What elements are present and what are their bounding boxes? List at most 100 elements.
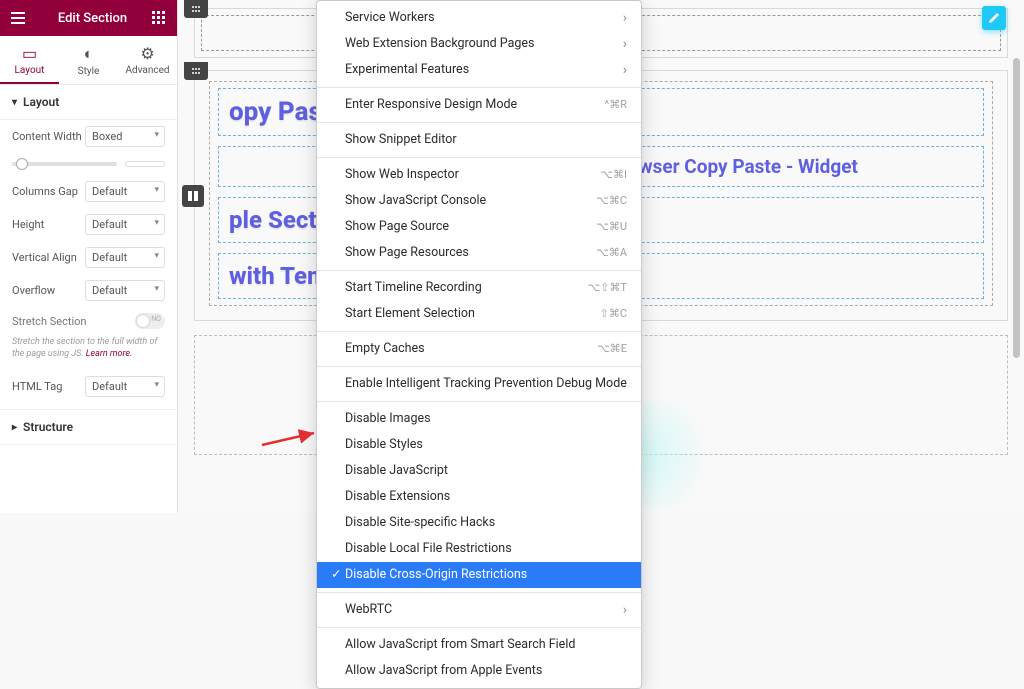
menu-separator xyxy=(317,122,641,123)
menu-item[interactable]: Allow JavaScript from Smart Search Field xyxy=(317,632,641,658)
slider-thumb[interactable] xyxy=(16,158,28,170)
tab-advanced[interactable]: ⚙ Advanced xyxy=(118,36,177,84)
section-handle-1[interactable] xyxy=(184,0,208,18)
menu-item-label: Disable Cross-Origin Restrictions xyxy=(345,567,527,582)
field-overflow: Overflow Default xyxy=(0,274,177,307)
chevron-right-icon: › xyxy=(623,35,627,53)
height-select[interactable]: Default xyxy=(85,214,165,235)
content-width-label: Content Width xyxy=(12,130,82,143)
content-width-select[interactable]: Boxed xyxy=(85,126,165,147)
stretch-toggle[interactable]: NO xyxy=(135,313,165,329)
layout-icon: ▭ xyxy=(0,44,59,63)
menu-item-label: Show Page Resources xyxy=(345,245,469,260)
caret-right-icon: ▸ xyxy=(12,422,17,433)
section-handle-2[interactable] xyxy=(184,62,208,80)
menu-item[interactable]: Start Element Selection ⇧⌘C xyxy=(317,301,641,327)
menu-item[interactable]: WebRTC› xyxy=(317,597,641,623)
menu-item-label: Show Page Source xyxy=(345,219,449,234)
menu-item[interactable]: Experimental Features › xyxy=(317,57,641,83)
menu-shortcut: ⌥⌘I xyxy=(600,166,627,184)
menu-item[interactable]: Allow JavaScript from Apple Events xyxy=(317,658,641,684)
section-heading-structure[interactable]: ▸ Structure xyxy=(0,409,177,445)
menu-shortcut: ⌥⌘C xyxy=(596,192,627,210)
column-handle-icon[interactable] xyxy=(182,185,204,207)
develop-context-menu[interactable]: Service Workers›Web Extension Background… xyxy=(316,0,642,689)
menu-item-label: Experimental Features xyxy=(345,62,469,77)
menu-separator xyxy=(317,592,641,593)
menu-item[interactable]: Disable Images xyxy=(317,406,641,432)
menu-shortcut: ⇧⌘C xyxy=(600,305,627,323)
menu-item-label: Service Workers xyxy=(345,10,435,25)
html-tag-select[interactable]: Default xyxy=(85,376,165,397)
checkmark-icon: ✓ xyxy=(331,566,343,584)
menu-separator xyxy=(317,401,641,402)
menu-item[interactable]: ✓Disable Cross-Origin Restrictions xyxy=(317,562,641,588)
tab-advanced-label: Advanced xyxy=(125,65,169,76)
menu-item-label: Web Extension Background Pages xyxy=(345,36,534,51)
learn-more-link[interactable]: Learn more. xyxy=(86,349,133,359)
height-label: Height xyxy=(12,218,82,231)
menu-item-label: Start Element Selection xyxy=(345,306,475,321)
valign-select[interactable]: Default xyxy=(85,247,165,268)
menu-item-label: Disable Images xyxy=(345,411,431,426)
menu-separator xyxy=(317,87,641,88)
menu-item[interactable]: Service Workers› xyxy=(317,5,641,31)
menu-item[interactable]: Show Web Inspector ⌥⌘I xyxy=(317,162,641,188)
menu-item[interactable]: Disable Site-specific Hacks xyxy=(317,510,641,536)
menu-item-label: Disable Local File Restrictions xyxy=(345,541,512,556)
tab-style[interactable]: ◐ Style xyxy=(59,36,118,84)
menu-item-label: Allow JavaScript from Apple Events xyxy=(345,663,542,678)
menu-item-label: Disable Styles xyxy=(345,437,423,452)
menu-item[interactable]: Enable Intelligent Tracking Prevention D… xyxy=(317,371,641,397)
edit-widget-button[interactable] xyxy=(982,6,1006,30)
sidebar-title: Edit Section xyxy=(36,11,149,26)
menu-separator xyxy=(317,331,641,332)
menu-item-label: Show Snippet Editor xyxy=(345,132,457,147)
style-icon: ◐ xyxy=(59,44,118,64)
html-tag-label: HTML Tag xyxy=(12,380,82,393)
menu-separator xyxy=(317,627,641,628)
menu-shortcut: ⌥⌘A xyxy=(596,244,627,262)
menu-item[interactable]: Disable Extensions xyxy=(317,484,641,510)
menu-item[interactable]: Enter Responsive Design Mode^⌘R xyxy=(317,92,641,118)
widgets-grid-icon[interactable] xyxy=(149,8,169,28)
menu-separator xyxy=(317,270,641,271)
overflow-select[interactable]: Default xyxy=(85,280,165,301)
menu-item-label: Show Web Inspector xyxy=(345,167,459,182)
width-slider-row xyxy=(0,153,177,175)
sidebar-header: Edit Section xyxy=(0,0,177,36)
menu-item[interactable]: Empty Caches ⌥⌘E xyxy=(317,336,641,362)
page-scrollbar[interactable] xyxy=(1013,58,1020,358)
menu-item-label: Disable Extensions xyxy=(345,489,450,504)
menu-item[interactable]: Disable JavaScript xyxy=(317,458,641,484)
width-slider[interactable] xyxy=(12,162,117,166)
menu-item[interactable]: Show JavaScript Console ⌥⌘C xyxy=(317,188,641,214)
menu-separator xyxy=(317,366,641,367)
menu-separator xyxy=(317,157,641,158)
section-heading-layout[interactable]: ▾ Layout xyxy=(0,85,177,120)
menu-item-label: Start Timeline Recording xyxy=(345,280,482,295)
menu-item-label: Enable Intelligent Tracking Prevention D… xyxy=(345,376,627,391)
width-value-input[interactable] xyxy=(125,161,165,167)
menu-shortcut: ⌥⌘E xyxy=(597,340,627,358)
menu-item[interactable]: Disable Local File Restrictions xyxy=(317,536,641,562)
valign-label: Vertical Align xyxy=(12,251,82,264)
columns-gap-select[interactable]: Default xyxy=(85,181,165,202)
menu-item-label: Show JavaScript Console xyxy=(345,193,486,208)
menu-item-label: Empty Caches xyxy=(345,341,425,356)
chevron-right-icon: › xyxy=(623,601,627,619)
menu-item[interactable]: Show Page Source⌥⌘U xyxy=(317,214,641,240)
hamburger-icon[interactable] xyxy=(8,8,28,28)
menu-item-label: Disable Site-specific Hacks xyxy=(345,515,495,530)
section-heading-layout-label: Layout xyxy=(23,95,59,109)
field-columns-gap: Columns Gap Default xyxy=(0,175,177,208)
chevron-right-icon: › xyxy=(623,61,627,79)
menu-item[interactable]: Start Timeline Recording⌥⇧⌘T xyxy=(317,275,641,301)
menu-item[interactable]: Show Page Resources ⌥⌘A xyxy=(317,240,641,266)
tab-layout[interactable]: ▭ Layout xyxy=(0,36,59,84)
field-vertical-align: Vertical Align Default xyxy=(0,241,177,274)
menu-item[interactable]: Web Extension Background Pages › xyxy=(317,31,641,57)
menu-shortcut: ^⌘R xyxy=(605,96,627,114)
menu-item[interactable]: Disable Styles xyxy=(317,432,641,458)
menu-item[interactable]: Show Snippet Editor xyxy=(317,127,641,153)
